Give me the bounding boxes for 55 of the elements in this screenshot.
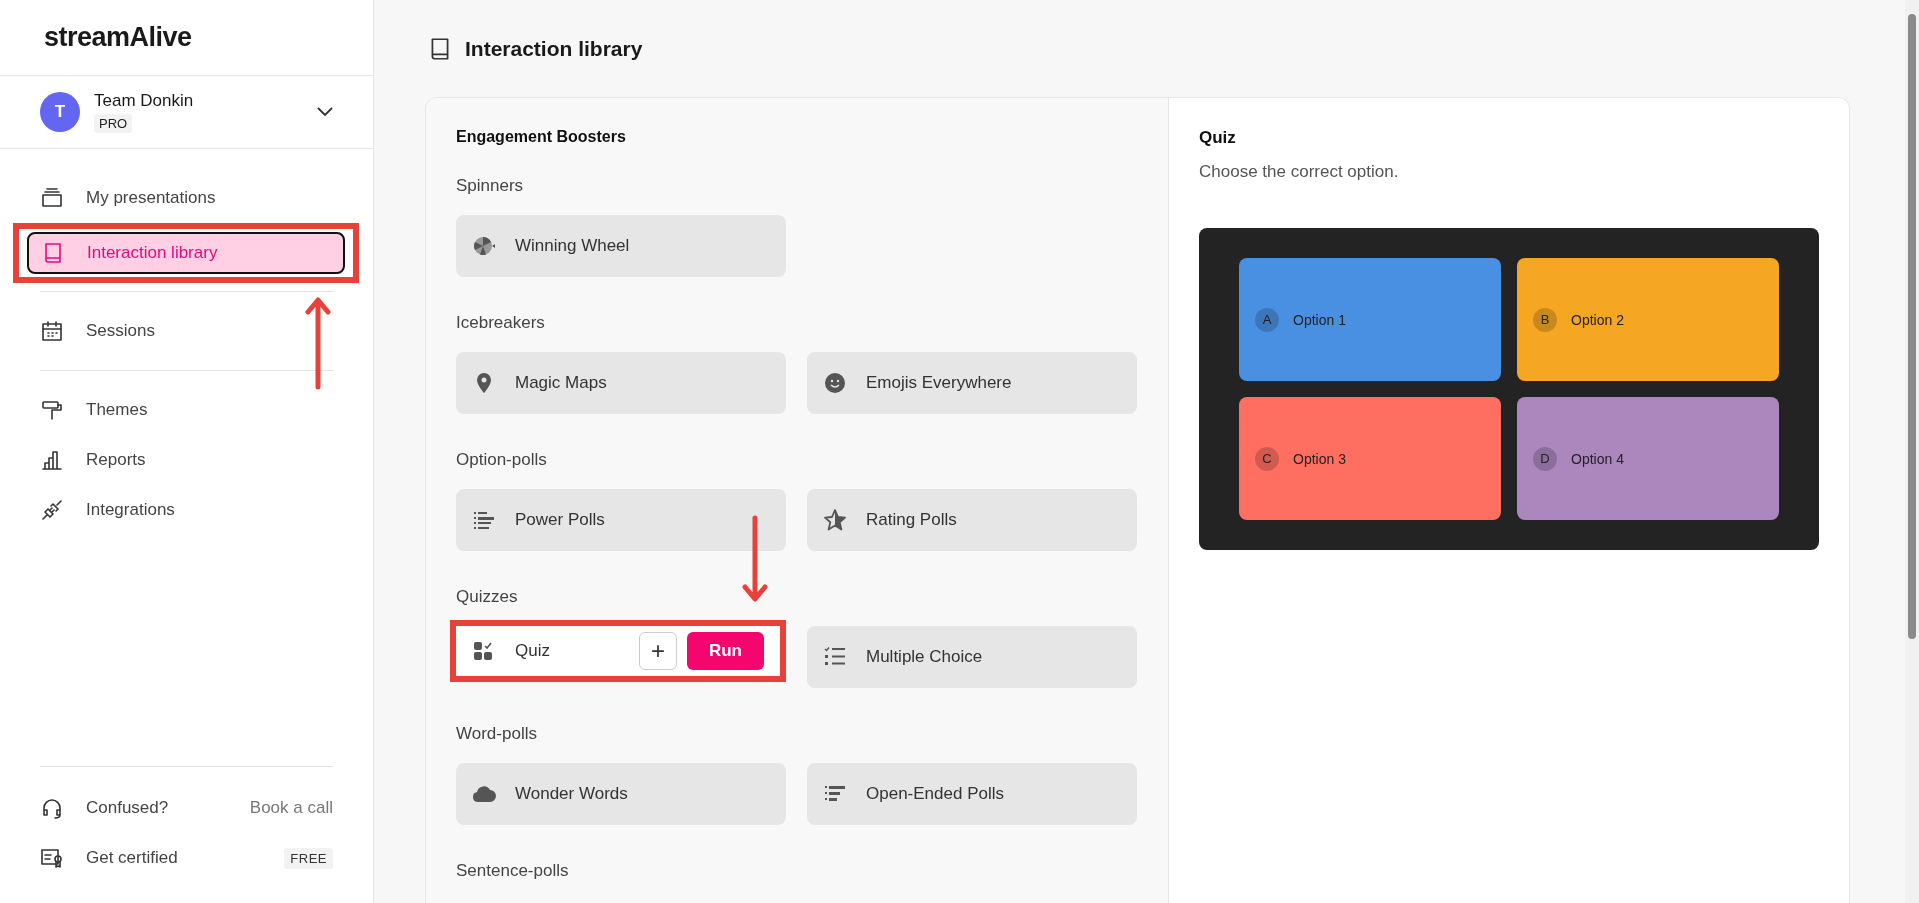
option-label: Option 4 xyxy=(1571,450,1624,467)
interaction-tile[interactable]: Rating Polls xyxy=(807,489,1137,551)
interaction-tile[interactable]: Quiz + Run xyxy=(456,626,780,676)
page-title: Interaction library xyxy=(465,36,643,61)
preview-description: Choose the correct option. xyxy=(1199,162,1400,182)
section-title: Quizzes xyxy=(456,587,519,607)
scrollbar-thumb[interactable] xyxy=(1908,14,1916,639)
option-label: Option 3 xyxy=(1293,450,1346,467)
help-label: Confused? xyxy=(86,798,170,818)
interaction-tile[interactable]: Power Polls xyxy=(456,489,786,551)
library-heading: Engagement Boosters xyxy=(456,128,627,146)
option-label: Option 2 xyxy=(1571,311,1624,328)
section-title: Option-polls xyxy=(456,450,548,470)
nav-item[interactable]: My presentations xyxy=(28,173,345,223)
nav-item[interactable]: Themes xyxy=(28,385,345,435)
chevron-down-icon[interactable] xyxy=(317,107,333,117)
stack-icon xyxy=(40,186,64,210)
interaction-tile[interactable]: Multiple Choice xyxy=(807,626,1137,688)
interaction-tile[interactable]: Open-Ended Polls xyxy=(807,763,1137,825)
team-name: Team Donkin xyxy=(94,91,194,111)
nav-item[interactable]: Reports xyxy=(28,435,345,485)
nav-item[interactable]: Sessions xyxy=(28,306,345,356)
interaction-tile[interactable]: Magic Maps xyxy=(456,352,786,414)
star-icon xyxy=(823,508,847,532)
section-title: Word-polls xyxy=(456,724,538,744)
option-letter: C xyxy=(1255,446,1279,471)
interaction-tile[interactable]: Wonder Words xyxy=(456,763,786,825)
section-title: Sentence-polls xyxy=(456,861,570,881)
brand-logo[interactable]: streamAlive xyxy=(44,22,192,53)
section-title: Icebreakers xyxy=(456,313,546,333)
plan-badge: PRO xyxy=(94,114,133,133)
help-label: Get certified xyxy=(86,848,179,868)
smiley-icon xyxy=(823,371,847,395)
certificate-icon xyxy=(40,846,64,870)
add-button[interactable]: + xyxy=(638,632,677,670)
headset-icon xyxy=(40,796,64,820)
interaction-tile[interactable]: Winning Wheel xyxy=(456,215,786,277)
plug-icon xyxy=(40,498,64,522)
paint-roller-icon xyxy=(40,398,64,422)
interaction-tile[interactable]: Emojis Everywhere xyxy=(807,352,1137,414)
team-switcher[interactable]: T Team Donkin PRO xyxy=(0,76,373,149)
calendar-icon xyxy=(40,319,64,343)
option-letter: B xyxy=(1533,307,1557,332)
option-letter: D xyxy=(1533,446,1557,471)
option-letter: A xyxy=(1255,307,1279,332)
nav-item[interactable]: Integrations xyxy=(28,485,345,535)
option-label: Option 1 xyxy=(1293,311,1346,328)
wheel-icon xyxy=(472,234,496,258)
free-badge: FREE xyxy=(284,847,333,869)
book-call-link[interactable]: Book a call xyxy=(249,798,333,818)
team-avatar: T xyxy=(40,92,80,132)
preview-title: Quiz xyxy=(1199,128,1237,148)
bar-chart-icon xyxy=(40,448,64,472)
section-title: Spinners xyxy=(456,176,525,196)
run-button[interactable]: Run xyxy=(686,632,764,670)
